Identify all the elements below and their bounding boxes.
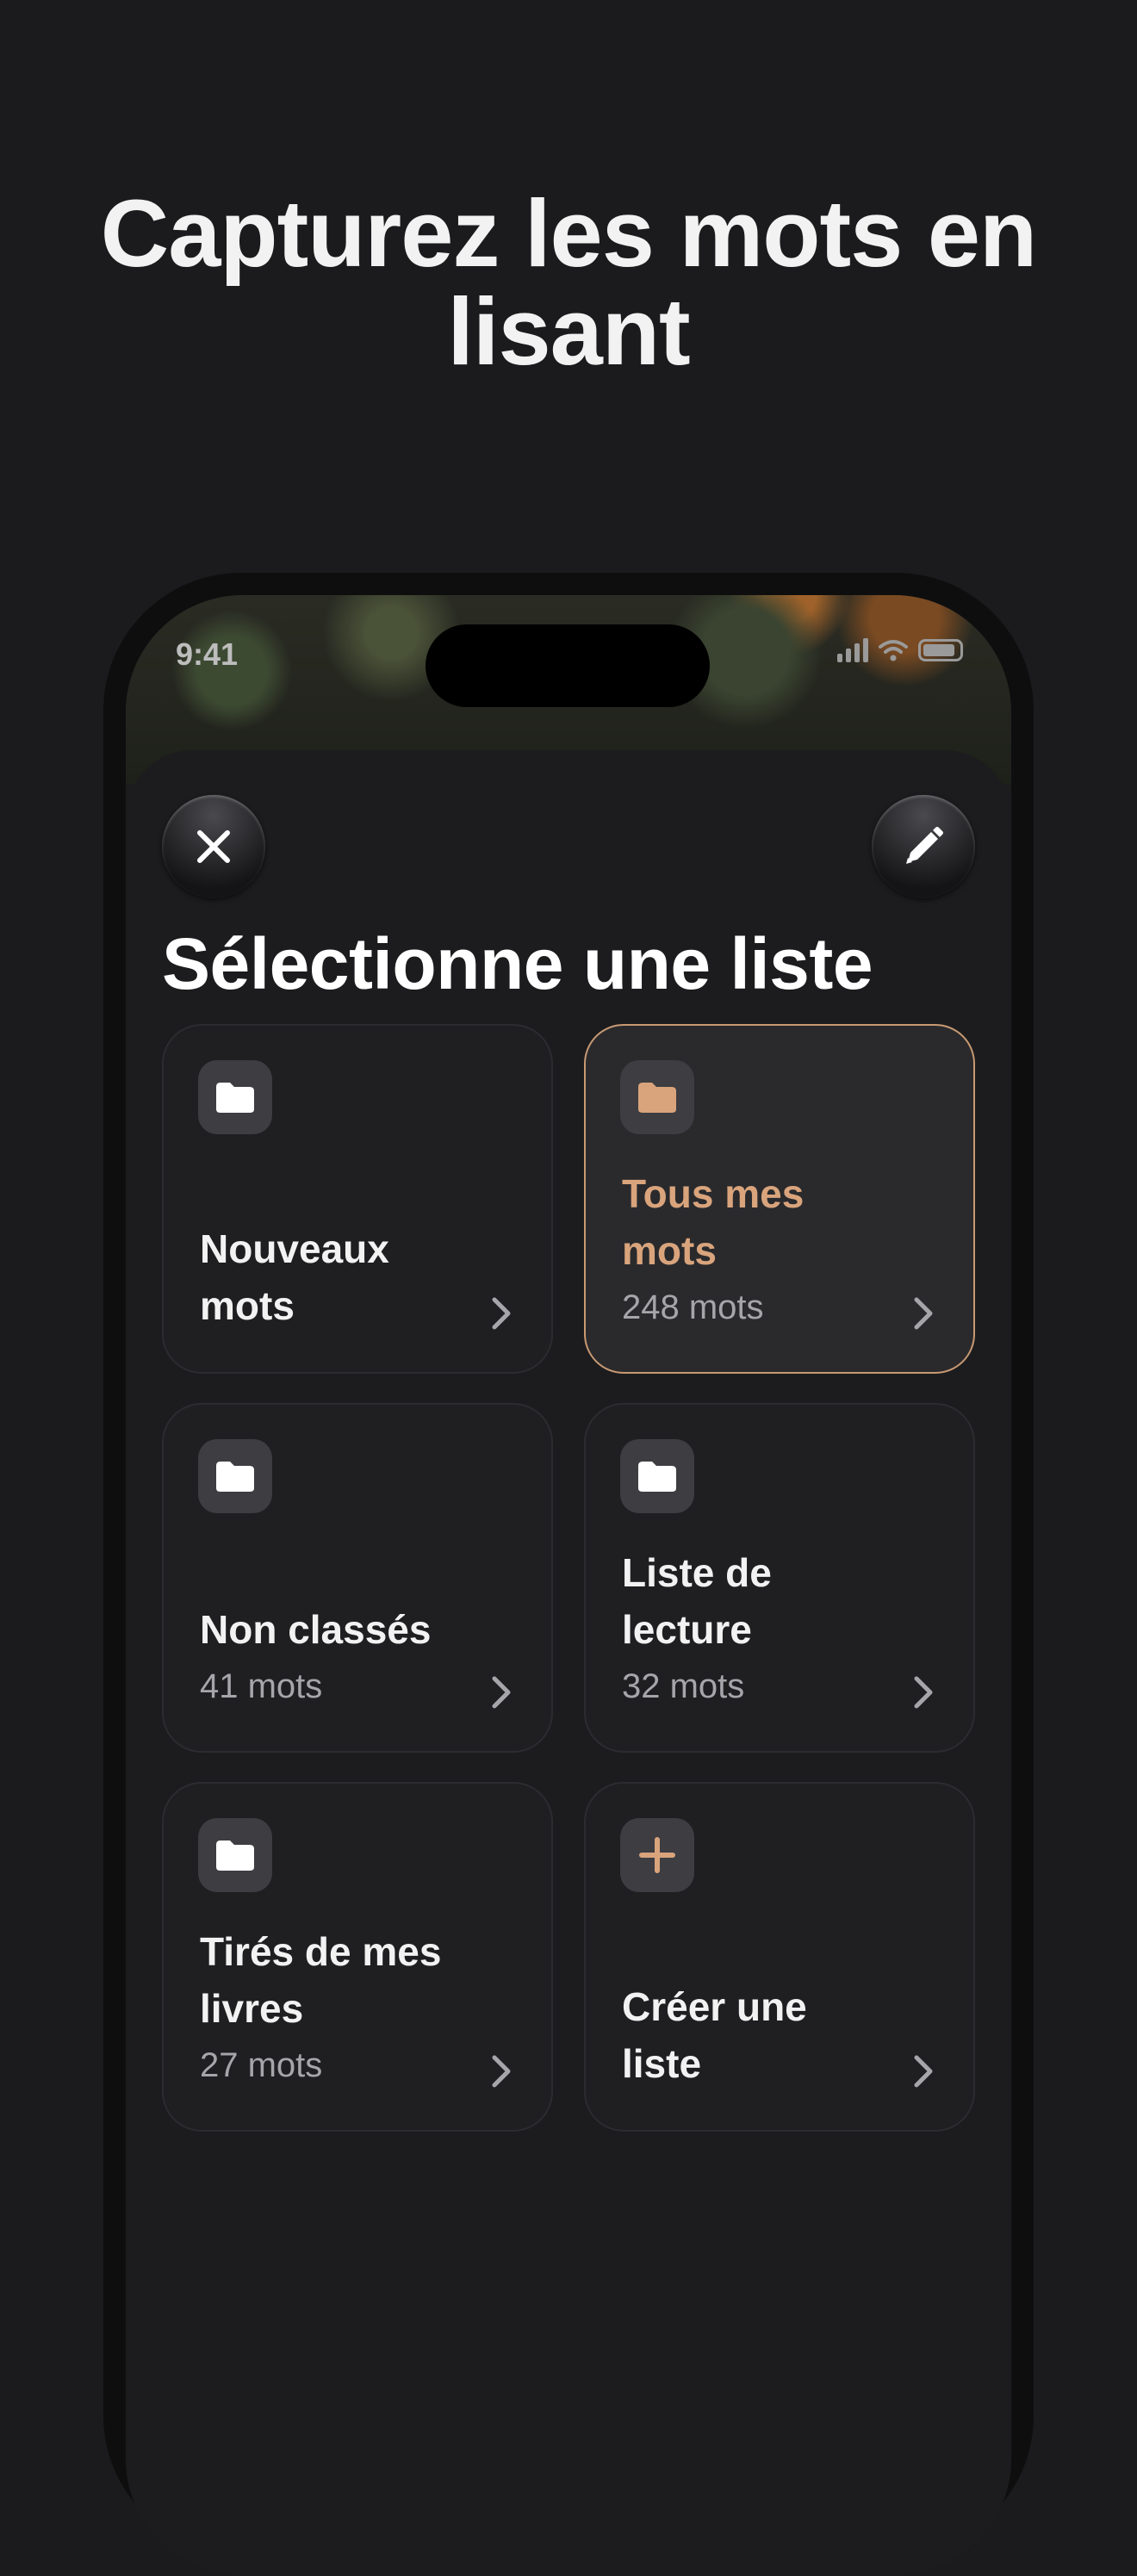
card-text: Tous mes mots 248 mots bbox=[622, 1165, 896, 1334]
list-count: 27 mots bbox=[200, 2046, 323, 2084]
list-picker-sheet: Sélectionne une liste Nouveaux mots Tous… bbox=[126, 750, 1011, 2576]
list-title: Tous mes mots bbox=[622, 1171, 805, 1273]
signal-icon bbox=[837, 638, 868, 662]
list-card-nouveaux-mots[interactable]: Nouveaux mots bbox=[162, 1024, 553, 1374]
phone-frame: 9:41 Sélectionne une liste Nouveaux mots… bbox=[103, 573, 1034, 2576]
list-card-liste-de-lecture[interactable]: Liste de lecture 32 mots bbox=[584, 1403, 975, 1753]
folder-icon bbox=[198, 1439, 272, 1513]
close-button[interactable] bbox=[162, 795, 265, 898]
list-title: Liste de lecture bbox=[622, 1550, 772, 1652]
list-count: 32 mots bbox=[622, 1667, 745, 1705]
folder-icon bbox=[198, 1060, 272, 1134]
chevron-right-icon bbox=[492, 2055, 511, 2088]
chevron-right-icon bbox=[914, 2055, 933, 2088]
list-count: 41 mots bbox=[200, 1667, 323, 1705]
list-count: 248 mots bbox=[622, 1288, 764, 1326]
headline-line-2: lisant bbox=[447, 279, 690, 385]
folder-icon bbox=[620, 1439, 694, 1513]
list-title: Nouveaux mots bbox=[200, 1226, 389, 1328]
card-text: Tirés de mes livres 27 mots bbox=[200, 1923, 474, 2092]
pencil-icon bbox=[906, 827, 943, 864]
card-text: Nouveaux mots bbox=[200, 1220, 474, 1334]
status-icons bbox=[837, 638, 963, 662]
card-text: Liste de lecture 32 mots bbox=[622, 1544, 896, 1713]
folder-icon bbox=[620, 1060, 694, 1134]
chevron-right-icon bbox=[492, 1676, 511, 1709]
chevron-right-icon bbox=[914, 1297, 933, 1330]
list-title: Non classés bbox=[200, 1607, 432, 1652]
chevron-right-icon bbox=[492, 1297, 511, 1330]
card-text: Non classés 41 mots bbox=[200, 1601, 474, 1713]
plus-icon bbox=[620, 1818, 694, 1892]
edit-button[interactable] bbox=[872, 795, 975, 898]
list-card-non-classes[interactable]: Non classés 41 mots bbox=[162, 1403, 553, 1753]
list-title: Créer une liste bbox=[622, 1984, 807, 2086]
headline: Capturez les mots en lisant bbox=[52, 185, 1085, 382]
sheet-title: Sélectionne une liste bbox=[162, 923, 873, 1004]
headline-line-1: Capturez les mots en bbox=[100, 181, 1037, 287]
dynamic-island bbox=[426, 624, 710, 707]
list-card-tous-mes-mots[interactable]: Tous mes mots 248 mots bbox=[584, 1024, 975, 1374]
battery-icon bbox=[918, 639, 963, 661]
list-card-tires-de-mes-livres[interactable]: Tirés de mes livres 27 mots bbox=[162, 1782, 553, 2132]
card-text: Créer une liste bbox=[622, 1978, 896, 2092]
folder-icon bbox=[198, 1818, 272, 1892]
close-icon bbox=[197, 830, 230, 863]
list-title: Tirés de mes livres bbox=[200, 1929, 442, 2031]
create-list-card[interactable]: Créer une liste bbox=[584, 1782, 975, 2132]
chevron-right-icon bbox=[914, 1676, 933, 1709]
phone-screen: 9:41 Sélectionne une liste Nouveaux mots… bbox=[126, 595, 1011, 2576]
wifi-icon bbox=[879, 640, 908, 661]
status-time: 9:41 bbox=[176, 636, 239, 672]
list-grid: Nouveaux mots Tous mes mots 248 mots Non… bbox=[162, 1024, 975, 2132]
